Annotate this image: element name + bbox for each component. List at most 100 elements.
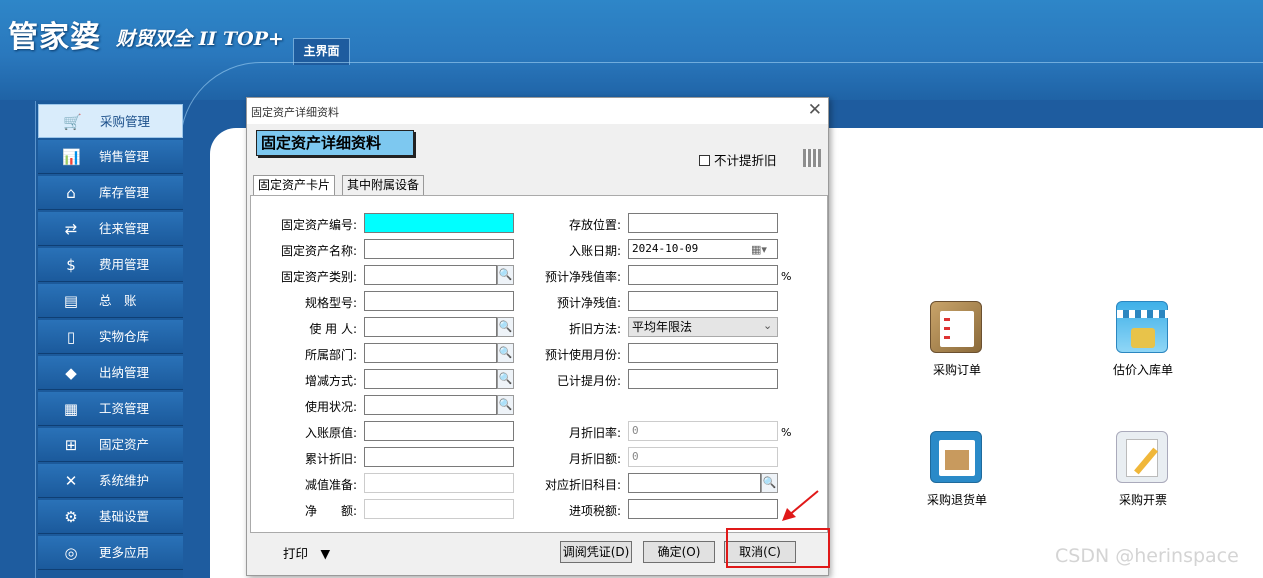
sidebar-item[interactable]: ⊞ 固定资产 xyxy=(38,428,183,462)
cart-icon: 🛒 xyxy=(63,113,82,131)
highlight-box xyxy=(726,528,830,568)
sidebar-item-label: 实物仓库 xyxy=(99,329,150,344)
app-logo: 管家婆 xyxy=(8,20,101,55)
hierarchy-icon: ⊞ xyxy=(64,436,78,454)
dialog-titlebar[interactable]: 固定资产详细资料 ✕ xyxy=(247,98,828,124)
depreciation-method-select[interactable]: 平均年限法 xyxy=(628,317,778,337)
field-label: 净 额: xyxy=(304,504,357,518)
ok-button[interactable]: 确定(O) xyxy=(643,541,715,563)
field-label: 折旧方法: xyxy=(568,322,621,336)
search-icon[interactable]: 🔍 xyxy=(497,265,514,285)
field-label: 增减方式: xyxy=(304,374,357,388)
left-field-input[interactable] xyxy=(364,395,497,415)
print-menu[interactable]: 打印 ▼ xyxy=(283,543,330,562)
tab-home[interactable]: 主界面 xyxy=(293,38,350,65)
tile-label-purchase-order[interactable]: 采购订单 xyxy=(912,361,1002,378)
sidebar-item-label: 总 账 xyxy=(99,293,137,308)
left-field-input[interactable] xyxy=(364,265,497,285)
field-label: 预计净残值: xyxy=(556,296,621,310)
left-field-input[interactable] xyxy=(364,369,497,389)
chevron-down-icon: ⌄ xyxy=(763,319,773,332)
chart-icon: 📊 xyxy=(62,148,81,166)
search-icon[interactable]: 🔍 xyxy=(497,395,514,415)
tile-label-estimated-receipt[interactable]: 估价入库单 xyxy=(1098,361,1188,378)
sidebar-item[interactable]: $ 费用管理 xyxy=(38,248,183,282)
field-label: 已计提月份: xyxy=(556,374,621,388)
sidebar-item[interactable]: ◆ 出纳管理 xyxy=(38,356,183,390)
percent-sign: % xyxy=(781,426,792,439)
sidebar-item-label: 费用管理 xyxy=(99,257,150,272)
sidebar-item[interactable]: ▯ 实物仓库 xyxy=(38,320,183,354)
calendar-icon[interactable]: ▦▾ xyxy=(751,243,767,256)
right-field-input[interactable] xyxy=(628,499,778,519)
field-label: 累计折旧: xyxy=(304,452,357,466)
checkbox-icon[interactable] xyxy=(699,155,710,166)
sidebar-item[interactable]: 📊 销售管理 xyxy=(38,140,183,174)
fixed-asset-dialog: 固定资产详细资料 ✕ 固定资产详细资料 不计提折旧 固定资产卡片 其中附属设备 … xyxy=(246,97,829,576)
left-field-input[interactable] xyxy=(364,447,514,467)
sidebar-item[interactable]: ⚙ 基础设置 xyxy=(38,500,183,534)
sidebar-item-label: 基础设置 xyxy=(99,509,150,524)
field-label: 进项税额: xyxy=(568,504,621,518)
sidebar-item[interactable]: ▤ 总 账 xyxy=(38,284,183,318)
clipboard-icon[interactable] xyxy=(930,301,982,353)
search-icon[interactable]: 🔍 xyxy=(497,317,514,337)
field-label: 入账日期: xyxy=(568,244,621,258)
left-field-input[interactable] xyxy=(364,291,514,311)
grid-icon: ▦ xyxy=(63,400,79,418)
no-depreciation-label: 不计提折旧 xyxy=(714,153,777,168)
depreciation-account-input[interactable] xyxy=(628,473,761,493)
field-label: 预计净残值率: xyxy=(544,270,621,284)
sidebar: 🛒 采购管理 📊 销售管理 ⌂ 库存管理 ⇄ 往来管理 $ 费用管理 ▤ 总 账 ▯ 实物仓库 ◆ 出纳管理 ▦… xyxy=(35,101,183,578)
dialog-heading: 固定资产详细资料 xyxy=(256,130,414,156)
sidebar-item[interactable]: ⇄ 往来管理 xyxy=(38,212,183,246)
ledger-icon: ▤ xyxy=(63,292,79,310)
right-field-input[interactable] xyxy=(628,369,778,389)
tab-asset-card[interactable]: 固定资产卡片 xyxy=(253,175,336,196)
field-label: 规格型号: xyxy=(304,296,357,310)
right-field-input[interactable] xyxy=(628,291,778,311)
sidebar-item[interactable]: ✕ 系统维护 xyxy=(38,464,183,498)
sidebar-item-label: 往来管理 xyxy=(99,221,150,236)
sidebar-item-label: 采购管理 xyxy=(100,114,151,129)
field-label: 固定资产名称: xyxy=(280,244,357,258)
search-icon[interactable]: 🔍 xyxy=(761,473,778,493)
sidebar-item-label: 销售管理 xyxy=(99,149,150,164)
dollar-icon: $ xyxy=(66,256,76,274)
left-field-input[interactable] xyxy=(364,473,514,493)
sidebar-item-label: 更多应用 xyxy=(99,545,150,560)
field-label: 存放位置: xyxy=(568,218,621,232)
view-voucher-button[interactable]: 调阅凭证(D) xyxy=(560,541,632,563)
money-bag-icon: ◆ xyxy=(65,364,77,382)
sidebar-item[interactable]: ▦ 工资管理 xyxy=(38,392,183,426)
field-label: 入账原值: xyxy=(304,426,357,440)
sidebar-item[interactable]: 🛒 采购管理 xyxy=(38,104,183,138)
sidebar-item[interactable]: ⌂ 库存管理 xyxy=(38,176,183,210)
monthly-amount-input: 0 xyxy=(628,447,778,467)
right-field-input[interactable] xyxy=(628,343,778,363)
left-field-input[interactable] xyxy=(364,499,514,519)
box-return-icon[interactable] xyxy=(930,431,982,483)
right-field-input[interactable] xyxy=(628,265,778,285)
tile-label-purchase-return[interactable]: 采购退货单 xyxy=(912,491,1002,508)
store-icon[interactable] xyxy=(1116,301,1169,353)
tab-attached-equipment[interactable]: 其中附属设备 xyxy=(342,175,425,195)
sidebar-item[interactable]: ◎ 更多应用 xyxy=(38,536,183,570)
invoice-icon[interactable] xyxy=(1116,431,1168,483)
left-field-input[interactable] xyxy=(364,317,497,337)
left-field-input[interactable] xyxy=(364,343,497,363)
left-field-input[interactable] xyxy=(364,239,514,259)
field-label: 固定资产编号: xyxy=(280,218,357,232)
left-field-input[interactable] xyxy=(364,213,514,233)
print-label: 打印 xyxy=(283,546,309,561)
tile-label-purchase-invoice[interactable]: 采购开票 xyxy=(1098,491,1188,508)
no-depreciation-checkbox[interactable]: 不计提折旧 xyxy=(699,150,777,169)
right-field-input[interactable] xyxy=(628,213,778,233)
search-icon[interactable]: 🔍 xyxy=(497,369,514,389)
triangle-down-icon: ▼ xyxy=(320,546,331,561)
search-icon[interactable]: 🔍 xyxy=(497,343,514,363)
close-icon[interactable]: ✕ xyxy=(808,100,822,120)
qrcode-icon[interactable] xyxy=(803,149,821,167)
left-field-input[interactable] xyxy=(364,421,514,441)
more-icon: ◎ xyxy=(64,544,78,562)
